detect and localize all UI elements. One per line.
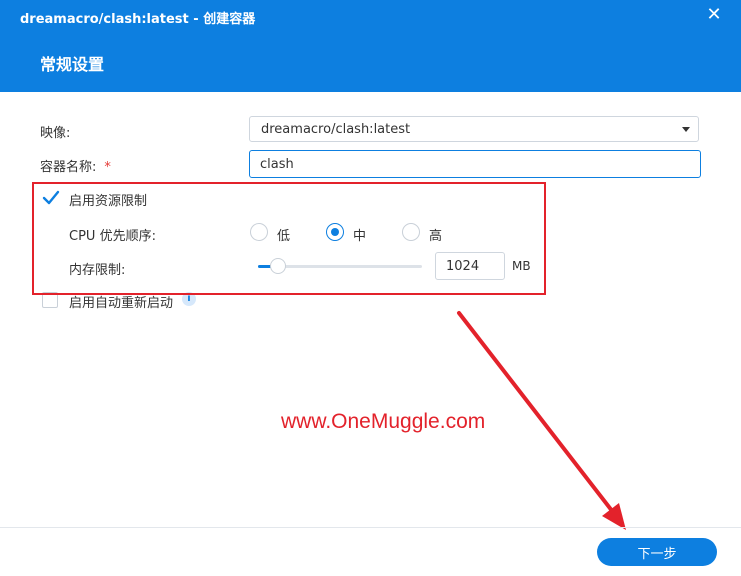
cpu-radio-low-label: 低 xyxy=(277,229,291,244)
info-icon[interactable]: i xyxy=(182,292,196,306)
cpu-radio-low[interactable] xyxy=(250,223,268,241)
chevron-down-icon xyxy=(682,127,690,132)
container-name-input[interactable] xyxy=(249,150,701,178)
image-label: 映像: xyxy=(40,126,71,141)
close-button[interactable]: ✕ xyxy=(705,6,723,24)
image-select-value: dreamacro/clash:latest xyxy=(261,122,411,137)
memory-unit: MB xyxy=(512,259,531,273)
dialog-header: dreamacro/clash:latest - 创建容器 ✕ 常规设置 xyxy=(0,0,741,92)
resource-limit-label: 启用资源限制 xyxy=(69,194,148,209)
cpu-radio-medium-label: 中 xyxy=(353,229,367,244)
footer-divider xyxy=(0,527,741,528)
check-icon xyxy=(42,190,60,205)
auto-restart-label: 启用自动重新启动 xyxy=(69,296,174,311)
memory-limit-label: 内存限制: xyxy=(69,263,126,278)
cpu-priority-label: CPU 优先顺序: xyxy=(69,229,156,244)
watermark-text: www.OneMuggle.com xyxy=(281,410,486,433)
resource-limit-checkbox[interactable] xyxy=(42,190,60,206)
cpu-radio-high[interactable] xyxy=(402,223,420,241)
memory-slider-handle[interactable] xyxy=(270,258,286,274)
close-icon: ✕ xyxy=(706,4,722,25)
cpu-radio-high-label: 高 xyxy=(429,229,443,244)
next-button[interactable]: 下一步 xyxy=(597,538,717,566)
memory-value-input[interactable] xyxy=(435,252,505,280)
container-name-label-text: 容器名称: xyxy=(40,160,97,175)
section-title: 常规设置 xyxy=(40,55,105,74)
cpu-radio-medium[interactable] xyxy=(326,223,344,241)
image-select[interactable]: dreamacro/clash:latest xyxy=(249,116,699,142)
memory-slider[interactable] xyxy=(258,258,422,274)
container-name-label: 容器名称: * xyxy=(40,156,111,175)
window-title: dreamacro/clash:latest - 创建容器 xyxy=(20,12,256,27)
auto-restart-checkbox[interactable] xyxy=(42,292,58,308)
required-mark: * xyxy=(104,160,111,175)
